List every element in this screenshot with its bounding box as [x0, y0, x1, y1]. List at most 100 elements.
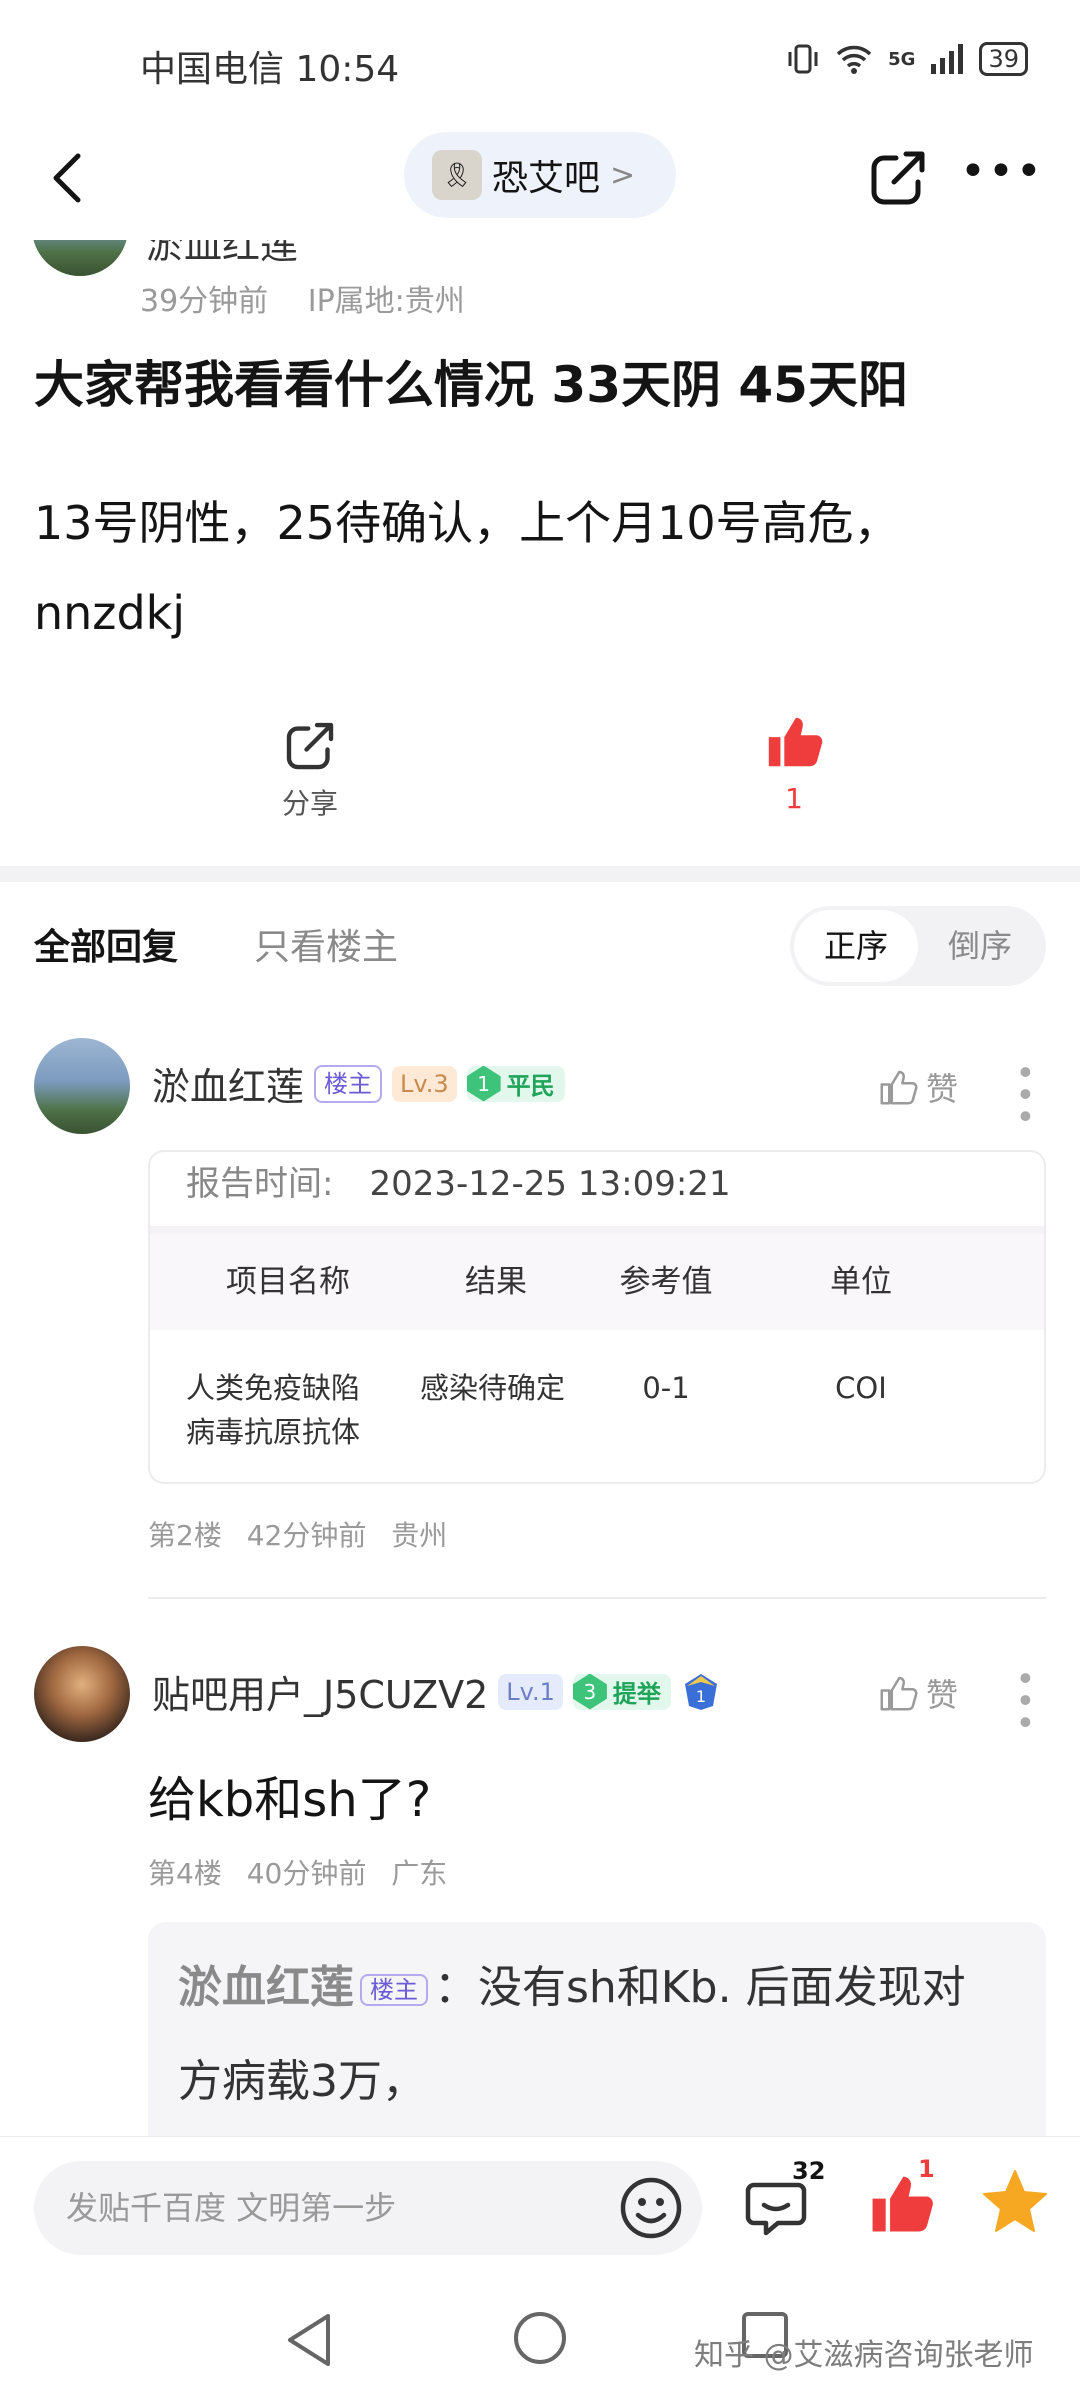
- battery-icon: 39: [979, 42, 1028, 76]
- back-arrow-icon[interactable]: [40, 148, 100, 208]
- post-body-line: 13号阴性，25待确认，上个月10号高危，: [34, 496, 900, 550]
- report-table-header: 项目名称 结果 参考值 单位: [150, 1234, 1044, 1330]
- sort-ascending-button[interactable]: 正序: [794, 910, 918, 982]
- sub-reply-username[interactable]: 淤血红莲: [178, 1962, 354, 2013]
- report-cell-reference: 0-1: [642, 1371, 690, 1405]
- reply-username[interactable]: 淤血红莲: [152, 1056, 304, 1111]
- reply-more-icon[interactable]: •••: [1004, 1062, 1044, 1128]
- rank-gem-icon: 3: [572, 1673, 607, 1710]
- report-cell-item: 人类免疫缺陷 病毒抗原抗体: [186, 1366, 360, 1454]
- report-time-label: 报告时间:: [186, 1164, 334, 1204]
- op-tag: 楼主: [360, 1974, 428, 2006]
- share-icon[interactable]: [866, 146, 930, 210]
- reply-avatar[interactable]: [34, 1646, 130, 1742]
- report-cell-unit: COI: [835, 1371, 887, 1405]
- sub-reply-line: ：没有sh和Kb. 后面发现对: [434, 1962, 966, 2013]
- post-body-line: nnzdkj: [34, 586, 186, 640]
- op-tag: 楼主: [314, 1064, 383, 1103]
- thumbs-up-outline-icon: [880, 1676, 918, 1711]
- sub-reply-box[interactable]: 淤血红莲 楼主 ：没有sh和Kb. 后面发现对 方病载3万，: [148, 1922, 1046, 2142]
- system-home-icon[interactable]: [514, 2312, 566, 2364]
- sort-toggle: 正序 倒序: [790, 906, 1046, 986]
- thumbs-up-icon: [768, 717, 823, 767]
- more-options-icon[interactable]: •••: [960, 142, 1042, 212]
- floor-number: 第4楼: [148, 1857, 222, 1890]
- carrier-time: 中国电信 10:54: [140, 49, 400, 90]
- rank-name: 平民: [506, 1072, 555, 1100]
- reply-input[interactable]: 发贴千百度 文明第一步: [34, 2161, 702, 2255]
- floor-time: 42分钟前: [246, 1519, 367, 1552]
- comment-count: 32: [792, 2157, 826, 2185]
- share-button[interactable]: 分享: [250, 718, 370, 822]
- reply-divider: [148, 1597, 1046, 1599]
- report-header-cell: 单位: [830, 1264, 892, 1300]
- post-like-count: 1: [785, 782, 803, 815]
- reply-floor-meta: 第2楼 42分钟前 贵州: [148, 1514, 463, 1554]
- floor-number: 第2楼: [148, 1519, 222, 1552]
- vibrate-icon: [788, 44, 818, 74]
- status-icons: 5G 39: [786, 42, 1028, 76]
- reply-text: 给kb和sh了?: [148, 1772, 432, 1828]
- post-meta: 39分钟前 IP属地:贵州: [140, 276, 495, 320]
- signal-icon: [931, 44, 964, 74]
- bottom-action-bar: 发贴千百度 文明第一步 32 1: [0, 2136, 1080, 2276]
- reply-user-row: 贴吧用户_J5CUZV2 Lv.1 3 提举 1: [152, 1664, 721, 1719]
- network-type: 5G: [888, 48, 916, 70]
- sort-descending-button[interactable]: 倒序: [918, 910, 1042, 982]
- reply-username[interactable]: 贴吧用户_J5CUZV2: [152, 1664, 488, 1719]
- rank-gem-icon: 1: [466, 1065, 501, 1102]
- floor-time: 40分钟前: [246, 1857, 367, 1890]
- like-label: 赞: [926, 1070, 959, 1108]
- watermark: 知乎 @艾滋病咨询张老师: [694, 2338, 1034, 2373]
- report-header-cell: 项目名称: [226, 1264, 350, 1300]
- thumbs-up-outline-icon: [880, 1070, 918, 1105]
- level-badge: Lv.3: [392, 1065, 457, 1102]
- rank-badge: 1 平民: [466, 1065, 565, 1102]
- report-header-cell: 参考值: [619, 1264, 713, 1300]
- tab-op-only[interactable]: 只看楼主: [254, 918, 398, 970]
- top-nav-bar: 🎗 恐艾吧 > •••: [0, 120, 1080, 240]
- forum-avatar: 🎗: [432, 150, 482, 200]
- report-time-value: 2023-12-25 13:09:21: [369, 1164, 731, 1204]
- reply-user-row: 淤血红莲 楼主 Lv.3 1 平民: [152, 1056, 565, 1111]
- post-body: 13号阴性，25待确认，上个月10号高危， nnzdkj: [34, 478, 1044, 658]
- rank-name: 提举: [612, 1680, 661, 1708]
- wifi-icon: [836, 45, 872, 74]
- reply-floor-meta: 第4楼 40分钟前 广东: [148, 1852, 463, 1892]
- post-title: 大家帮我看看什么情况 33天阴 45天阳: [34, 356, 908, 414]
- author-name[interactable]: 淤血红莲: [146, 240, 298, 269]
- reply-like-button[interactable]: 赞: [878, 1670, 958, 1716]
- chevron-right-icon: >: [610, 157, 636, 193]
- tab-all-replies[interactable]: 全部回复: [34, 918, 178, 970]
- share-label: 分享: [281, 787, 338, 820]
- author-avatar[interactable]: [32, 240, 128, 276]
- system-back-icon[interactable]: [284, 2312, 334, 2368]
- level-badge: Lv.1: [498, 1673, 563, 1710]
- reply-input-placeholder: 发贴千百度 文明第一步: [66, 2189, 397, 2227]
- report-cell-result: 感染待确定: [420, 1371, 566, 1405]
- member-badge-number: 1: [696, 1687, 706, 1706]
- system-nav-bar: 知乎 @艾滋病咨询张老师: [0, 2276, 1080, 2400]
- reply-avatar[interactable]: [34, 1038, 130, 1134]
- forum-name: 恐艾吧: [492, 158, 601, 199]
- forum-link[interactable]: 🎗 恐艾吧 >: [404, 132, 676, 218]
- report-item-line: 病毒抗原抗体: [186, 1415, 361, 1449]
- post-time: 39分钟前: [140, 284, 269, 319]
- floor-location: 贵州: [391, 1519, 448, 1552]
- reply-more-icon[interactable]: •••: [1004, 1668, 1044, 1734]
- sub-reply-text: 淤血红莲 楼主 ：没有sh和Kb. 后面发现对 方病载3万，: [178, 1942, 1028, 2128]
- report-divider: [150, 1226, 1044, 1234]
- post-like-button[interactable]: 1: [734, 710, 854, 815]
- report-image[interactable]: 报告时间: 2023-12-25 13:09:21 项目名称 结果 参考值 单位 …: [148, 1150, 1046, 1484]
- reply-like-button[interactable]: 赞: [878, 1064, 958, 1110]
- like-count: 1: [918, 2155, 935, 2183]
- like-label: 赞: [926, 1676, 959, 1714]
- report-header-cell: 结果: [465, 1264, 527, 1300]
- floor-location: 广东: [391, 1857, 448, 1890]
- section-divider: [0, 866, 1080, 882]
- sub-reply-line: 方病载3万，: [178, 2056, 426, 2107]
- emoji-icon[interactable]: [618, 2175, 684, 2241]
- status-bar: 中国电信 10:54 5G 39: [0, 0, 1080, 120]
- star-icon[interactable]: [980, 2167, 1050, 2237]
- report-item-line: 人类免疫缺陷: [186, 1371, 361, 1405]
